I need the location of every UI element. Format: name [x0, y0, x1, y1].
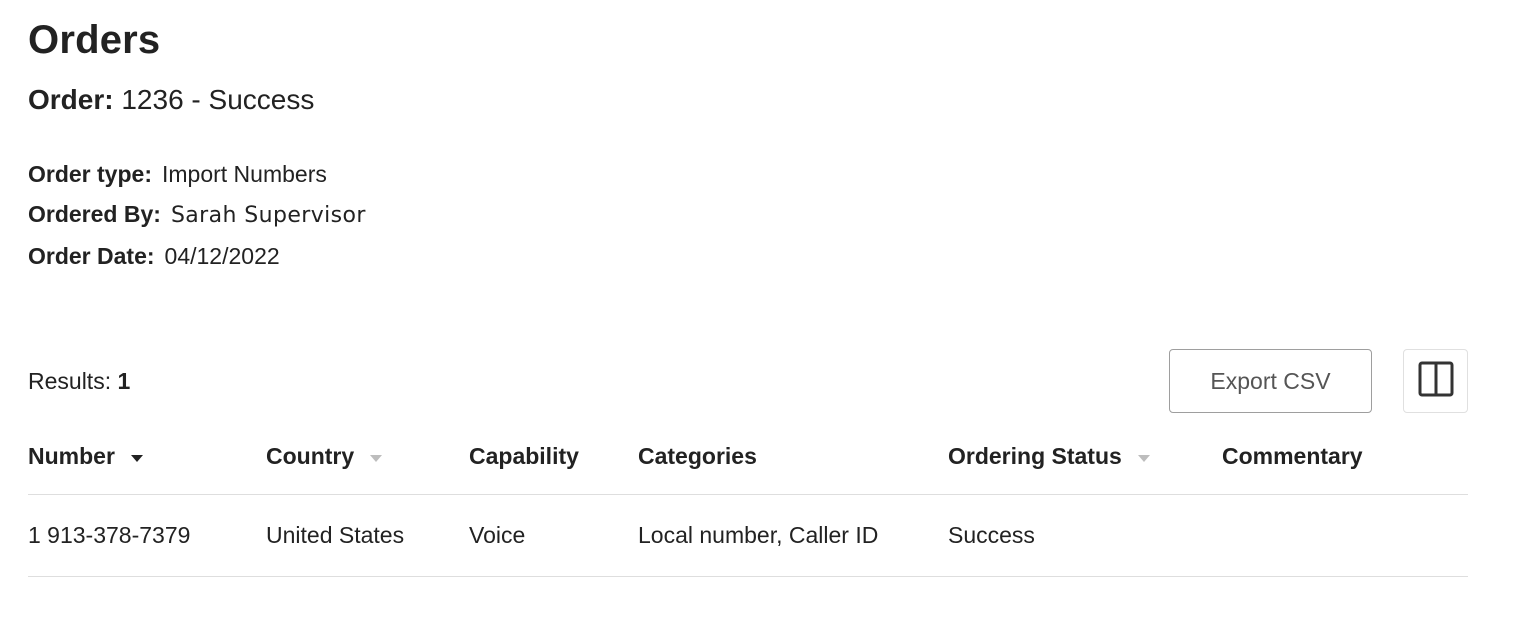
- export-csv-button[interactable]: Export CSV: [1169, 349, 1372, 413]
- header-capability: Capability: [469, 418, 579, 494]
- order-date-row: Order Date: 04/12/2022: [28, 236, 366, 276]
- header-number[interactable]: Number: [28, 418, 143, 494]
- ordered-by-value: Sarah Supervisor: [170, 203, 366, 228]
- table-row: 1 913-378-7379 United States Voice Local…: [28, 495, 1468, 577]
- ordered-by-label: Ordered By:: [28, 201, 161, 227]
- cell-capability: Voice: [469, 522, 526, 548]
- order-meta: Order type: Import Numbers Ordered By: Sar…: [28, 154, 366, 276]
- sort-icon[interactable]: [370, 454, 383, 462]
- header-commentary: Commentary: [1222, 418, 1363, 494]
- order-type-row: Order type: Import Numbers: [28, 154, 366, 194]
- columns-icon: [1418, 361, 1454, 402]
- header-country[interactable]: Country: [266, 418, 383, 494]
- ordered-by-row: Ordered By: Sarah Supervisor: [28, 194, 366, 236]
- cell-country: United States: [266, 522, 405, 548]
- order-label: Order:: [28, 84, 114, 115]
- order-type-label: Order type:: [28, 161, 152, 187]
- header-number-label: Number: [28, 442, 115, 469]
- column-settings-button[interactable]: [1403, 349, 1468, 413]
- cell-categories: Local number, Caller ID: [638, 522, 879, 548]
- header-capability-label: Capability: [469, 442, 579, 469]
- results-count: Results: 1: [28, 368, 130, 395]
- orders-table: Number Country Capability Categories Ord…: [28, 418, 1468, 577]
- cell-number: 1 913-378-7379: [28, 522, 191, 548]
- order-date-value: 04/12/2022: [164, 243, 280, 269]
- header-categories-label: Categories: [638, 442, 757, 469]
- header-ordering-status-label: Ordering Status: [948, 442, 1122, 469]
- table-header: Number Country Capability Categories Ord…: [28, 418, 1468, 495]
- order-type-value: Import Numbers: [161, 161, 327, 187]
- results-label: Results:: [28, 368, 112, 394]
- results-value: 1: [117, 368, 131, 394]
- header-categories: Categories: [638, 418, 757, 494]
- sort-icon[interactable]: [1137, 454, 1150, 462]
- header-commentary-label: Commentary: [1222, 442, 1363, 469]
- page-title: Orders: [28, 18, 161, 62]
- order-details-page: Orders Order: 1236 - Success Order type:…: [0, 0, 1522, 620]
- cell-ordering-status: Success: [948, 522, 1035, 548]
- order-heading: Order: 1236 - Success: [28, 84, 314, 116]
- sort-desc-icon[interactable]: [130, 454, 143, 462]
- order-value: 1236 - Success: [121, 84, 315, 115]
- header-country-label: Country: [266, 442, 355, 469]
- order-date-label: Order Date:: [28, 243, 155, 269]
- header-ordering-status[interactable]: Ordering Status: [948, 418, 1150, 494]
